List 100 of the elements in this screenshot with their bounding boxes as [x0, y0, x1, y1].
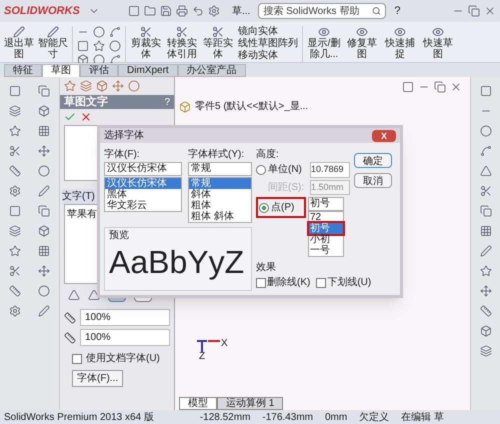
sketch-tool-icon[interactable]: [77, 40, 89, 52]
star-icon[interactable]: [480, 265, 492, 277]
square-icon[interactable]: [8, 85, 21, 97]
units-field[interactable]: 10.7869: [310, 162, 350, 178]
square-icon[interactable]: [8, 205, 21, 217]
ruler-icon[interactable]: [8, 165, 21, 177]
ribbon-button[interactable]: 修复草图: [345, 26, 379, 60]
move-icon[interactable]: [38, 145, 50, 157]
scale-icon[interactable]: [64, 332, 76, 344]
list-item[interactable]: 72: [309, 212, 343, 223]
list-item[interactable]: 粗体 斜体: [189, 211, 251, 222]
ribbon-button[interactable]: 剪裁实体: [130, 26, 162, 60]
ribbon-button[interactable]: 退出草图: [4, 26, 34, 60]
list-item[interactable]: 粗体: [189, 200, 251, 211]
folder-icon[interactable]: [144, 5, 156, 17]
panel-tab-icon[interactable]: [112, 80, 124, 92]
list-item[interactable]: 汉仪长仿宋体: [105, 178, 181, 189]
part-icon[interactable]: [179, 100, 191, 112]
star-icon[interactable]: [8, 245, 21, 257]
sketch-tool-icon[interactable]: [93, 40, 105, 52]
checkbox[interactable]: [72, 354, 82, 364]
save-icon[interactable]: [160, 5, 172, 17]
dialog-button[interactable]: 取消: [354, 173, 392, 188]
grid-icon[interactable]: [480, 225, 492, 237]
sketch-tool-icon[interactable]: [93, 26, 105, 38]
list-item[interactable]: 斜体: [189, 189, 251, 200]
scale-icon[interactable]: [64, 312, 76, 324]
scissors-icon[interactable]: [480, 185, 492, 197]
viewport-icon[interactable]: [402, 81, 414, 93]
cube-icon[interactable]: [38, 105, 50, 117]
copy-icon[interactable]: [38, 85, 50, 97]
settings-icon[interactable]: [208, 5, 220, 17]
model-tab[interactable]: 运动算例 1: [217, 397, 284, 410]
move-icon[interactable]: [38, 265, 50, 277]
list-item[interactable]: 黑体: [105, 189, 181, 200]
cancel-icon[interactable]: [80, 111, 92, 123]
square-icon[interactable]: [480, 85, 492, 97]
spline-icon[interactable]: [480, 145, 492, 157]
ribbon-button[interactable]: 等距实体: [202, 26, 234, 60]
panel-tab-icon[interactable]: [64, 80, 76, 92]
layers-icon[interactable]: [8, 105, 21, 117]
ruler-icon[interactable]: [480, 305, 492, 317]
undo-icon[interactable]: [192, 5, 204, 17]
grid-icon[interactable]: [38, 245, 50, 257]
checkbox[interactable]: [256, 278, 266, 288]
sketch-tool-icon[interactable]: [109, 40, 121, 52]
copy-icon[interactable]: [480, 205, 492, 217]
dialog-button[interactable]: 确定: [354, 153, 392, 168]
help-button[interactable]: ?: [394, 2, 400, 20]
triangle-icon[interactable]: [480, 165, 492, 177]
ribbon-menu-item[interactable]: 移动实体: [238, 50, 298, 62]
ribbon-button[interactable]: 智能尺寸: [38, 26, 68, 60]
search-field[interactable]: 搜索 SolidWorks 帮助: [258, 3, 386, 19]
ribbon-tab[interactable]: 草图: [42, 64, 80, 77]
scissors-icon[interactable]: [8, 265, 21, 277]
ribbon-button[interactable]: 快速捕捉: [383, 26, 417, 60]
panel-tab-icon[interactable]: [128, 80, 140, 92]
triangle-icon[interactable]: [68, 289, 80, 301]
radio-button[interactable]: [259, 202, 269, 212]
panel-tab-icon[interactable]: [96, 80, 108, 92]
size-list[interactable]: 72 初号 小初 一号: [308, 211, 344, 257]
ribbon-tab[interactable]: 评估: [80, 64, 118, 77]
font-list[interactable]: 常规 斜体 粗体 粗体 斜体: [188, 177, 252, 223]
ruler-icon[interactable]: [8, 285, 21, 297]
grid-icon[interactable]: [38, 125, 50, 137]
circle-icon[interactable]: [38, 285, 50, 297]
font-list[interactable]: 汉仪长仿宋体 黑体 华文彩云: [104, 177, 182, 212]
pen-icon[interactable]: [38, 185, 50, 197]
spin-field[interactable]: 100%: [80, 329, 170, 346]
ribbon-button[interactable]: 转换实体引用: [166, 26, 198, 60]
tree-item[interactable]: 零件5 (默认<<默认>_显...: [195, 99, 308, 114]
cube-icon[interactable]: [38, 225, 50, 237]
layers-icon[interactable]: [480, 345, 492, 357]
gear-icon[interactable]: [8, 305, 21, 317]
ribbon-menu-item[interactable]: 线性草图阵列: [238, 38, 298, 50]
printer-icon[interactable]: [176, 5, 188, 17]
font-input[interactable]: 常规: [188, 162, 252, 176]
new-document-icon[interactable]: [128, 5, 140, 17]
ribbon-button[interactable]: 快速草图: [421, 26, 455, 60]
close-icon[interactable]: [484, 5, 496, 17]
scissors-icon[interactable]: [8, 145, 21, 157]
cube-icon[interactable]: [480, 325, 492, 337]
list-item[interactable]: 常规: [189, 178, 251, 189]
list-item[interactable]: 华文彩云: [105, 200, 181, 211]
list-item[interactable]: 一号: [309, 245, 343, 256]
checkbox[interactable]: [316, 278, 326, 288]
ribbon-tab[interactable]: 特征: [4, 64, 42, 77]
star-icon[interactable]: [8, 125, 21, 137]
restore-icon[interactable]: [468, 5, 480, 17]
radio-button[interactable]: [256, 164, 266, 175]
pen-icon[interactable]: [38, 305, 50, 317]
ribbon-menu-item[interactable]: 镜向实体: [238, 26, 298, 38]
ribbon-tab[interactable]: DimXpert: [118, 64, 178, 77]
sketch-tool-icon[interactable]: [109, 26, 121, 38]
size-input[interactable]: 初号: [308, 197, 344, 211]
ribbon-button[interactable]: 显示/删除几...: [307, 26, 341, 60]
close-icon[interactable]: [450, 81, 462, 93]
spin-field[interactable]: 100%: [80, 309, 170, 326]
move-icon[interactable]: [480, 285, 492, 297]
triangle-icon[interactable]: [88, 289, 100, 301]
